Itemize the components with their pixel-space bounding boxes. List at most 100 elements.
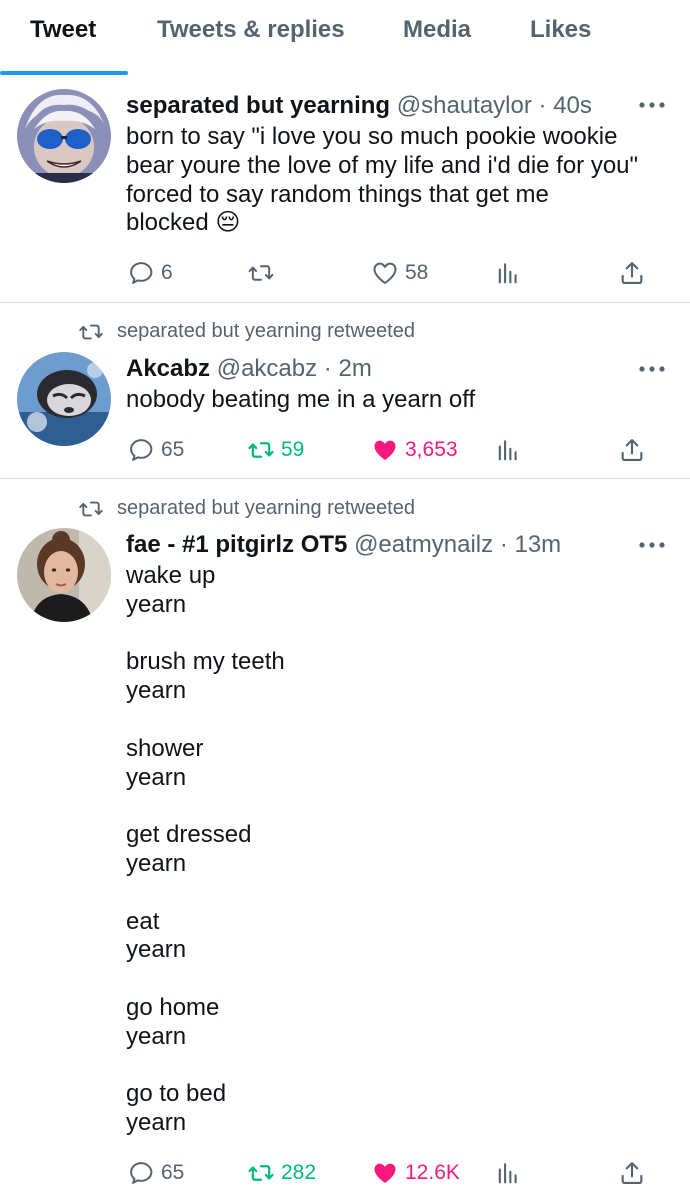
like-button[interactable]: 3,653	[371, 433, 458, 467]
heart-icon	[374, 440, 396, 460]
share-icon	[621, 1162, 643, 1184]
profile-tabs: Tweet Tweets & replies Media Likes	[0, 0, 690, 76]
like-button[interactable]: 58	[371, 256, 428, 290]
timestamp[interactable]: 2m	[338, 355, 371, 382]
tweet-actions: 65 282 12.6K	[0, 1156, 690, 1190]
retweet-icon	[79, 501, 103, 517]
share-button[interactable]	[618, 256, 646, 290]
tweet-text-line: yearn	[126, 1109, 187, 1137]
tweet-text-line: brush my teeth	[126, 648, 285, 676]
timestamp[interactable]: 13m	[514, 531, 561, 558]
tweet-text-line: yearn	[126, 763, 187, 791]
reply-count: 65	[161, 438, 185, 461]
tab-tweet[interactable]: Tweet	[30, 16, 96, 44]
reply-icon	[130, 1162, 153, 1184]
more-icon[interactable]	[638, 540, 666, 550]
reply-icon	[130, 262, 153, 284]
views-button[interactable]	[494, 1156, 522, 1190]
tweet-actions: 65 59 3,653	[0, 433, 690, 467]
reply-icon	[130, 439, 153, 461]
tweet-actions: 6 58	[0, 256, 690, 290]
tweet-header: separated but yearning @shautaylor · 40s	[126, 92, 592, 120]
reply-count: 65	[161, 1161, 185, 1184]
like-count: 58	[405, 261, 429, 284]
tweet-text-line: get dressed	[126, 821, 252, 849]
timestamp[interactable]: 40s	[553, 92, 592, 119]
retweet-icon	[79, 324, 103, 340]
tweet-text-line: yearn	[126, 849, 187, 877]
avatar[interactable]	[17, 352, 111, 446]
author-name[interactable]: fae - #1 pitgirlz OT5	[126, 531, 347, 558]
retweet-count: 282	[281, 1161, 317, 1184]
author-handle[interactable]: @akcabz	[217, 355, 317, 382]
heart-icon	[374, 1163, 396, 1183]
tweet-text-line: blocked 😔	[126, 209, 241, 237]
tab-likes[interactable]: Likes	[530, 16, 591, 44]
retweet-button[interactable]: 59	[247, 433, 304, 467]
retweet-count: 59	[281, 438, 305, 461]
share-button[interactable]	[618, 1156, 646, 1190]
like-button[interactable]: 12.6K	[371, 1156, 460, 1190]
tweet-header: Akcabz @akcabz · 2m	[126, 355, 372, 383]
retweet-icon	[248, 265, 274, 281]
retweet-button[interactable]	[247, 256, 275, 290]
more-icon[interactable]	[638, 364, 666, 374]
tweet-text-line: go home	[126, 993, 220, 1021]
retweet-icon	[248, 442, 274, 458]
tweet-text-line: wake up	[126, 562, 216, 589]
share-button[interactable]	[618, 433, 646, 467]
author-name[interactable]: separated but yearning	[126, 92, 390, 119]
tweet-text-line: born to say "i love you so much pookie w…	[126, 123, 618, 150]
like-count: 12.6K	[405, 1161, 460, 1184]
avatar[interactable]	[17, 89, 111, 183]
tab-media[interactable]: Media	[403, 16, 471, 44]
tab-tweets-and-replies[interactable]: Tweets & replies	[157, 16, 345, 44]
tweet-text: nobody beating me in a yearn off	[126, 386, 666, 415]
avatar[interactable]	[17, 528, 111, 622]
tweet-text-line: go to bed	[126, 1080, 227, 1108]
separator-dot: ·	[499, 531, 508, 558]
author-name[interactable]: Akcabz	[126, 355, 210, 382]
views-icon	[498, 440, 517, 461]
reply-count: 6	[161, 261, 173, 284]
author-handle[interactable]: @shautaylor	[397, 92, 532, 119]
share-icon	[621, 439, 643, 461]
views-icon	[498, 1163, 517, 1184]
tweet-header: fae - #1 pitgirlz OT5 @eatmynailz · 13m	[126, 531, 561, 559]
like-count: 3,653	[405, 438, 458, 461]
tweet-text-line: nobody beating me in a yearn off	[126, 386, 476, 413]
divider	[0, 302, 690, 303]
tweet-text: born to say "i love you so much pookie w…	[126, 123, 666, 238]
views-button[interactable]	[494, 256, 522, 290]
reply-button[interactable]: 6	[127, 256, 173, 290]
tweet-text-line: yearn	[126, 590, 187, 618]
tweet-text-line: shower	[126, 734, 204, 762]
tweet-text-line: yearn	[126, 1022, 187, 1050]
tweet-text-line: eat	[126, 907, 160, 935]
share-icon	[621, 262, 643, 284]
divider	[0, 478, 690, 479]
reply-button[interactable]: 65	[127, 1156, 184, 1190]
reply-button[interactable]: 65	[127, 433, 184, 467]
separator-dot: ·	[323, 355, 332, 382]
views-icon	[498, 263, 517, 284]
tweet-text-line: bear youre the love of my life and i'd d…	[126, 151, 639, 179]
retweeted-by-label: separated but yearning retweeted	[117, 497, 415, 519]
retweeted-by-label: separated but yearning retweeted	[117, 320, 415, 342]
tweet-text-line: yearn	[126, 677, 187, 705]
author-handle[interactable]: @eatmynailz	[354, 531, 493, 558]
views-button[interactable]	[494, 433, 522, 467]
active-tab-indicator	[0, 71, 128, 75]
tweet-text: wake up yearn brush my teeth yearn showe…	[126, 562, 666, 1138]
tweet-text-line: forced to say random things that get me	[126, 180, 549, 208]
separator-dot: ·	[538, 92, 547, 119]
tweet-text-line: yearn	[126, 936, 187, 964]
more-icon[interactable]	[638, 100, 666, 110]
retweet-button[interactable]: 282	[247, 1156, 316, 1190]
